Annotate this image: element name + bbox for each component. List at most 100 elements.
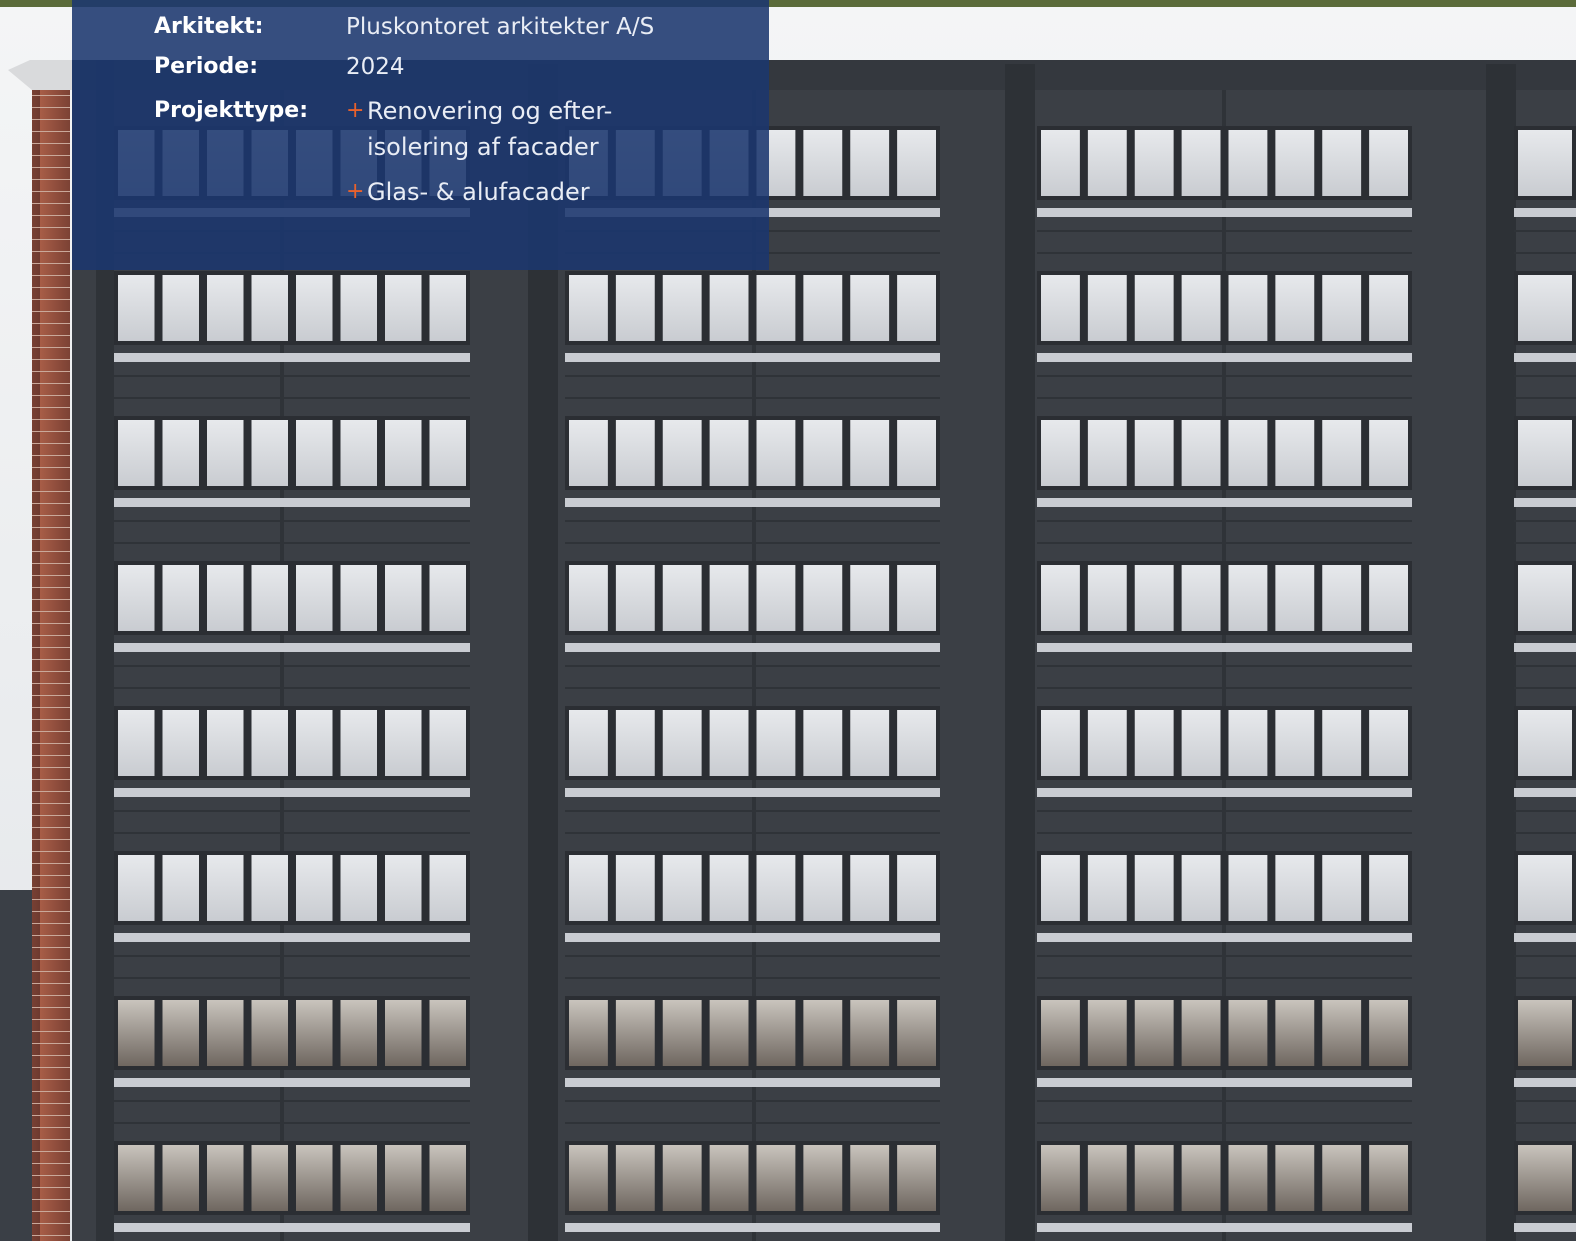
window-pane	[1275, 855, 1315, 921]
plus-icon: +	[346, 179, 365, 204]
window-pane	[897, 565, 936, 631]
window-pane	[1275, 710, 1315, 776]
project-type-text-line: Renovering og efter-	[367, 97, 613, 125]
window-sill	[1037, 933, 1412, 942]
window-sill	[1037, 788, 1412, 797]
window-pane	[662, 565, 702, 631]
window-pane	[709, 275, 749, 341]
window-pane	[251, 855, 288, 921]
window-pane	[340, 855, 377, 921]
window-pane	[1322, 1145, 1362, 1211]
window-pane	[207, 855, 244, 921]
window-pane	[1181, 710, 1221, 776]
window-pane	[803, 710, 843, 776]
window-sill	[114, 788, 470, 797]
architect-row: Arkitekt: Pluskontoret arkitekter A/S	[154, 13, 654, 41]
window-pane	[1228, 710, 1268, 776]
window-pane	[1181, 565, 1221, 631]
window-pane	[340, 275, 377, 341]
window-pane	[162, 1000, 199, 1066]
window-pane	[1228, 565, 1268, 631]
window-pane	[1322, 710, 1362, 776]
window-sill	[1514, 353, 1576, 362]
window-pane	[385, 565, 422, 631]
window-pane	[118, 710, 155, 776]
window-sill	[565, 353, 940, 362]
window-pane	[340, 1000, 377, 1066]
window-pane	[251, 565, 288, 631]
window-pane	[662, 420, 702, 486]
window-sill	[565, 933, 940, 942]
window-pane	[1041, 1000, 1080, 1066]
window-pane	[1369, 130, 1408, 196]
window-pane	[385, 420, 422, 486]
window-sill	[565, 643, 940, 652]
window-pane	[1275, 420, 1315, 486]
period-label: Periode:	[154, 54, 259, 79]
window-sill	[114, 933, 470, 942]
window-pane	[340, 565, 377, 631]
window-pane	[251, 275, 288, 341]
window-pane	[1275, 130, 1315, 196]
window-pane	[429, 710, 466, 776]
architect-value: Pluskontoret arkitekter A/S	[346, 14, 655, 40]
window-pane	[1322, 1000, 1362, 1066]
window-pane	[1518, 710, 1572, 776]
window-pane	[1041, 565, 1080, 631]
window-pane	[569, 420, 608, 486]
window-pane	[850, 710, 890, 776]
window-pane	[1322, 130, 1362, 196]
window-pane	[1518, 1145, 1572, 1211]
project-type-item: + Renovering og efter- isolering af faca…	[346, 93, 612, 165]
window-pane	[1181, 1145, 1221, 1211]
window-pane	[1134, 565, 1174, 631]
window-pane	[1181, 420, 1221, 486]
window-pane	[615, 275, 655, 341]
window-pane	[1087, 1000, 1127, 1066]
window-pane	[1041, 130, 1080, 196]
window-pane	[1134, 1145, 1174, 1211]
window-pane	[296, 1145, 333, 1211]
window-pane	[615, 1000, 655, 1066]
window-pane	[207, 275, 244, 341]
window-pane	[1369, 275, 1408, 341]
window-pane	[118, 1000, 155, 1066]
window-pane	[385, 855, 422, 921]
window-pane	[296, 275, 333, 341]
window-pane	[803, 420, 843, 486]
window-pane	[1228, 1145, 1268, 1211]
window-pane	[897, 420, 936, 486]
window-pane	[1134, 275, 1174, 341]
window-pane	[296, 1000, 333, 1066]
window-sill	[1514, 643, 1576, 652]
window-pane	[429, 275, 466, 341]
window-pane	[429, 855, 466, 921]
window-pane	[1518, 565, 1572, 631]
window-sill	[1514, 208, 1576, 217]
window-pane	[207, 1145, 244, 1211]
window-sill	[1037, 498, 1412, 507]
window-pane	[850, 565, 890, 631]
window-pane	[756, 1145, 796, 1211]
window-pane	[850, 275, 890, 341]
window-pane	[756, 855, 796, 921]
window-pane	[1134, 855, 1174, 921]
window-pane	[803, 275, 843, 341]
window-sill	[565, 788, 940, 797]
window-sill	[565, 1078, 940, 1087]
window-sill	[1514, 498, 1576, 507]
window-pane	[615, 1145, 655, 1211]
window-pane	[162, 855, 199, 921]
window-pane	[385, 1000, 422, 1066]
window-pane	[207, 710, 244, 776]
period-row: Periode: 2024	[154, 53, 405, 81]
window-pane	[207, 1000, 244, 1066]
window-pane	[1181, 275, 1221, 341]
window-sill	[1037, 643, 1412, 652]
window-pane	[1087, 855, 1127, 921]
window-pane	[756, 710, 796, 776]
window-pane	[1518, 420, 1572, 486]
window-pane	[429, 565, 466, 631]
window-pane	[709, 1000, 749, 1066]
window-pane	[207, 420, 244, 486]
